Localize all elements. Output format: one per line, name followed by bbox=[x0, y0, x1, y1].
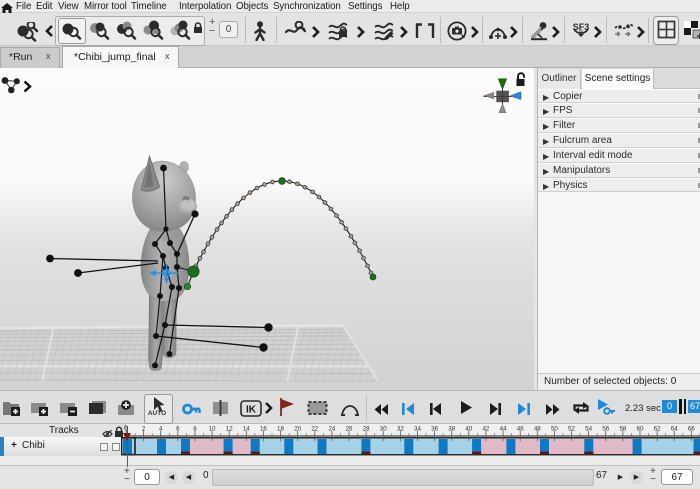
svg-text:42: 42 bbox=[482, 426, 489, 433]
svg-text:64: 64 bbox=[671, 426, 678, 433]
svg-text:14: 14 bbox=[243, 426, 250, 433]
svg-text:22: 22 bbox=[311, 426, 318, 433]
svg-text:30: 30 bbox=[380, 426, 387, 433]
svg-text:60: 60 bbox=[637, 426, 644, 433]
svg-text:20: 20 bbox=[294, 426, 301, 433]
svg-text:46: 46 bbox=[517, 426, 524, 433]
svg-text:36: 36 bbox=[431, 426, 438, 433]
svg-text:26: 26 bbox=[346, 426, 353, 433]
svg-text:AUTO: AUTO bbox=[148, 410, 166, 417]
svg-text:50: 50 bbox=[551, 426, 558, 433]
svg-text:56: 56 bbox=[602, 426, 609, 433]
svg-text:18: 18 bbox=[277, 426, 284, 433]
svg-text:58: 58 bbox=[619, 426, 626, 433]
svg-text:52: 52 bbox=[568, 426, 575, 433]
svg-text:32: 32 bbox=[397, 426, 404, 433]
svg-text:66: 66 bbox=[688, 426, 695, 433]
svg-text:34: 34 bbox=[414, 426, 421, 433]
svg-text:38: 38 bbox=[448, 426, 455, 433]
svg-text:28: 28 bbox=[363, 426, 370, 433]
svg-text:IK: IK bbox=[246, 405, 257, 416]
svg-text:48: 48 bbox=[534, 426, 541, 433]
svg-text:12: 12 bbox=[226, 426, 233, 433]
svg-text:40: 40 bbox=[465, 426, 472, 433]
svg-text:54: 54 bbox=[585, 426, 592, 433]
svg-text:16: 16 bbox=[260, 426, 267, 433]
svg-text:4: 4 bbox=[159, 426, 163, 433]
svg-text:24: 24 bbox=[328, 426, 335, 433]
svg-text:6: 6 bbox=[176, 426, 180, 433]
svg-text:8: 8 bbox=[193, 426, 197, 433]
svg-text:2: 2 bbox=[142, 426, 146, 433]
svg-text:44: 44 bbox=[500, 426, 507, 433]
svg-text:62: 62 bbox=[654, 426, 661, 433]
svg-text:10: 10 bbox=[209, 426, 216, 433]
